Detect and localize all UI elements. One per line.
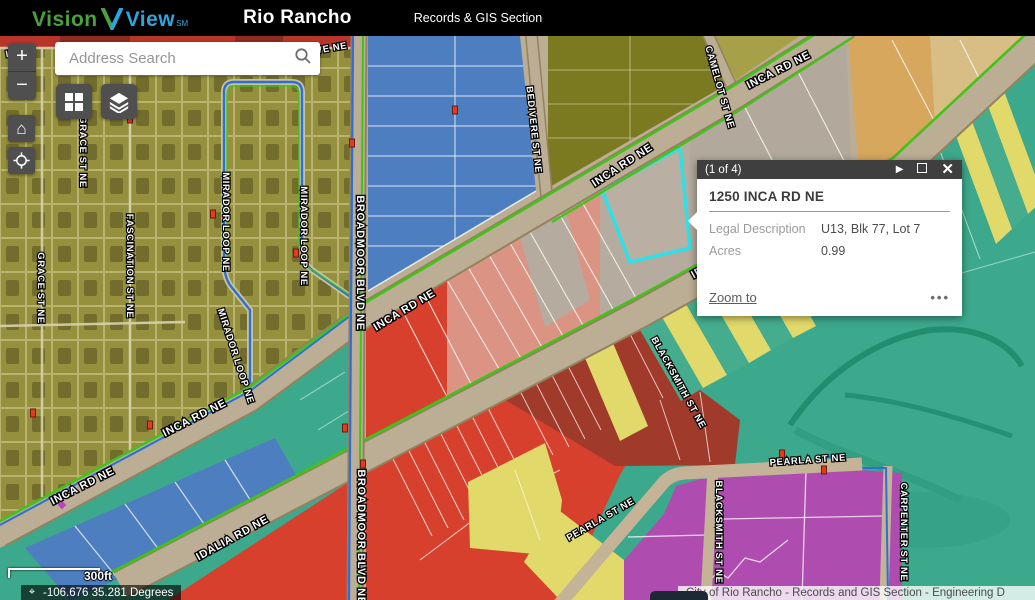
popup-divider xyxy=(709,211,950,212)
hydrant-marker[interactable] xyxy=(294,249,299,257)
zoom-control: + − xyxy=(8,43,36,100)
attribute-label: Acres xyxy=(709,244,813,258)
layers-icon xyxy=(108,91,130,113)
hydrant-marker[interactable] xyxy=(361,460,366,468)
street-label: BROADMOOR BLVD NE xyxy=(354,195,366,330)
coordinate-widget[interactable]: ⌖ -106.676 35.281 Degrees xyxy=(21,585,181,600)
brand-logo[interactable]: Vision View SM xyxy=(32,4,188,32)
street-label: MIRADOR LOOP NE xyxy=(220,172,231,272)
address-search xyxy=(55,42,320,75)
app-header: Vision View SM Rio Rancho Records & GIS … xyxy=(0,0,1035,36)
street-label: GRACE ST NE xyxy=(35,252,46,324)
map-canvas[interactable]: IFFVE NEGRACE ST NEGRACE ST NEFASCINATIO… xyxy=(0,36,1035,600)
brand-v-icon xyxy=(100,8,124,30)
popup-header: (1 of 4) ▶ ✕ xyxy=(697,160,962,179)
zoom-in-button[interactable]: + xyxy=(8,43,36,71)
street-label: MIRADOR LOOP NE xyxy=(298,186,309,286)
zoom-to-link[interactable]: Zoom to xyxy=(709,290,757,305)
hydrant-marker[interactable] xyxy=(453,106,458,114)
brand-sm-mark: SM xyxy=(176,19,188,28)
vision-view-app: IFFVE NEGRACE ST NEGRACE ST NEFASCINATIO… xyxy=(0,0,1035,600)
attribute-label: Legal Description xyxy=(709,222,813,236)
attribute-value: U13, Blk 77, Lot 7 xyxy=(821,222,950,236)
map-svg[interactable]: IFFVE NEGRACE ST NEGRACE ST NEFASCINATIO… xyxy=(0,36,1035,600)
popup-pointer xyxy=(688,212,697,230)
map-attribution: City of Rio Rancho - Records and GIS Sec… xyxy=(678,586,1035,600)
basemap-grid-icon xyxy=(64,92,84,112)
layers-button[interactable] xyxy=(101,84,137,119)
street-label: GRACE ST NE xyxy=(77,116,88,188)
brand-vision-text: Vision xyxy=(32,8,98,32)
popup-next-icon[interactable]: ▶ xyxy=(896,165,904,175)
hydrant-marker[interactable] xyxy=(148,421,153,429)
hydrant-marker[interactable] xyxy=(31,409,36,417)
popup-footer: Zoom to ••• xyxy=(697,274,962,316)
popup-title: 1250 INCA RD NE xyxy=(709,189,950,204)
home-icon: ⌂ xyxy=(16,119,26,139)
hydrant-marker[interactable] xyxy=(350,139,355,147)
attribute-value: 0.99 xyxy=(821,244,950,258)
basemap-gallery-button[interactable] xyxy=(56,84,92,119)
search-icon[interactable] xyxy=(286,47,320,70)
attribute-row: Acres 0.99 xyxy=(709,244,950,258)
brand-view-text: View xyxy=(126,8,175,32)
street-label: BROADMOOR BLVD NE xyxy=(355,469,367,600)
feature-popup: (1 of 4) ▶ ✕ 1250 INCA RD NE Legal Descr… xyxy=(697,160,962,316)
street-label: FASCINATION ST NE xyxy=(124,214,135,319)
popup-menu-dots[interactable]: ••• xyxy=(930,290,950,305)
page-title: Rio Rancho xyxy=(243,7,352,29)
popup-pagination: (1 of 4) xyxy=(705,164,741,176)
street-label: CARPENTER ST NE xyxy=(898,483,909,582)
search-input[interactable] xyxy=(55,50,286,67)
attribution-tab[interactable] xyxy=(650,591,708,600)
popup-body: 1250 INCA RD NE Legal Description U13, B… xyxy=(697,179,962,274)
attribute-row: Legal Description U13, Blk 77, Lot 7 xyxy=(709,222,950,236)
hydrant-marker[interactable] xyxy=(822,466,827,474)
zoom-out-button[interactable]: − xyxy=(8,71,36,100)
coordinate-crosshair-icon: ⌖ xyxy=(21,586,43,599)
scale-bar-label: 300ft xyxy=(84,569,112,583)
popup-close-icon[interactable]: ✕ xyxy=(941,164,954,176)
hydrant-marker[interactable] xyxy=(343,424,348,432)
coordinate-readout: -106.676 35.281 Degrees xyxy=(43,587,173,599)
hydrant-marker[interactable] xyxy=(211,210,216,218)
street-label: BLACKSMITH ST NE xyxy=(713,480,724,583)
home-button[interactable]: ⌂ xyxy=(8,115,35,142)
section-subtitle: Records & GIS Section xyxy=(414,11,543,25)
popup-maximize-icon[interactable] xyxy=(917,163,927,176)
locate-button[interactable] xyxy=(8,147,35,174)
locate-crosshair-icon xyxy=(13,152,30,169)
